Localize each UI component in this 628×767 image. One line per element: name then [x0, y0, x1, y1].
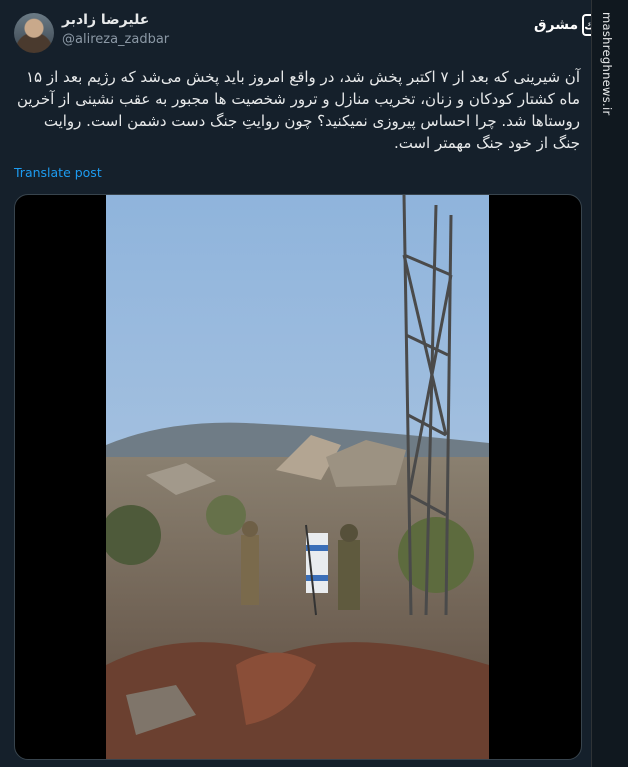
translate-post-link[interactable]: Translate post [14, 165, 102, 180]
post-video[interactable] [14, 194, 582, 760]
site-watermark: mashreghnews.ir [600, 12, 614, 116]
watermark-sidebar: mashreghnews.ir [591, 0, 628, 767]
video-frame[interactable] [106, 195, 489, 759]
author-display-name[interactable]: علیرضا زادبر [62, 12, 149, 28]
author-handle[interactable]: @alireza_zadbar [62, 32, 169, 47]
post-text: آن شیرینی که بعد از ۷ اکتبر پخش شد، در و… [16, 68, 580, 152]
battlefield-scene-image [106, 195, 489, 759]
logo-word: مشرق [534, 17, 579, 33]
avatar[interactable] [14, 13, 54, 53]
post: علیرضا زادبر @alireza_zadbar آن شیرینی ک… [0, 0, 598, 767]
site-logo: مشرق ك [534, 9, 598, 41]
